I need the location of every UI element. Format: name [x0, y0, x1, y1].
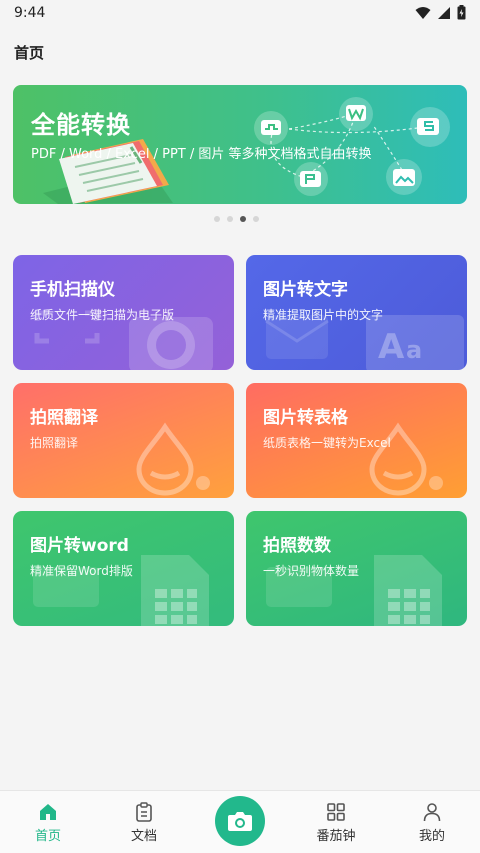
page-title: 首页 [14, 44, 45, 62]
card-image-to-word[interactable]: 图片转word 精准保留Word排版 [13, 511, 234, 626]
status-icons [415, 5, 466, 20]
nav-label: 文档 [130, 829, 157, 844]
card-title: 图片转word [30, 536, 129, 556]
card-subtitle: 一秒识别物体数量 [263, 564, 360, 578]
card-subtitle: 精准提取图片中的文字 [263, 308, 384, 322]
card-subtitle: 纸质文件一键扫描为电子版 [30, 308, 175, 322]
home-icon [40, 804, 56, 820]
battery-icon [457, 5, 466, 20]
banner-title: 全能转换 [31, 111, 131, 139]
nav-item-profile[interactable]: 我的 [397, 791, 467, 853]
camera-icon [228, 812, 252, 831]
nav-item-pomodoro[interactable]: 番茄钟 [301, 791, 371, 853]
grid-icon [327, 803, 345, 821]
card-title: 图片转文字 [263, 280, 348, 300]
banner-subtitle: PDF / Word / Excel / PPT / 图片 等多种文档格式自由转… [31, 147, 372, 162]
bottom-nav: 首页 文档 番茄钟 我的 [0, 790, 480, 853]
svg-text:a: a [406, 336, 422, 364]
card-image-to-table[interactable]: 图片转表格 纸质表格一键转为Excel [246, 383, 467, 498]
card-subtitle: 精准保留Word排版 [30, 564, 133, 578]
person-icon [423, 803, 441, 822]
signal-icon [438, 6, 450, 19]
banner-carousel[interactable]: 全能转换 PDF / Word / Excel / PPT / 图片 等多种文档… [13, 85, 467, 204]
card-subtitle: 纸质表格一键转为Excel [263, 436, 391, 450]
camera-button[interactable] [215, 796, 265, 846]
card-photo-count[interactable]: 拍照数数 一秒识别物体数量 [246, 511, 467, 626]
svg-text:A: A [378, 327, 405, 367]
status-time: 9:44 [14, 5, 46, 21]
nav-item-home[interactable]: 首页 [13, 791, 83, 853]
wifi-icon [415, 6, 431, 19]
nav-label: 番茄钟 [316, 829, 356, 844]
carousel-dot[interactable] [214, 216, 220, 222]
card-title: 拍照翻译 [30, 408, 98, 428]
card-title: 图片转表格 [263, 408, 348, 428]
nav-label: 我的 [418, 829, 445, 844]
nav-label: 首页 [34, 829, 61, 844]
carousel-indicator[interactable] [214, 216, 259, 222]
carousel-dot-active[interactable] [240, 216, 246, 222]
status-bar: 9:44 [0, 0, 480, 28]
card-photo-translate[interactable]: 拍照翻译 拍照翻译 [13, 383, 234, 498]
document-icon [136, 802, 152, 822]
card-title: 手机扫描仪 [30, 280, 115, 300]
nav-item-documents[interactable]: 文档 [109, 791, 179, 853]
card-phone-scanner[interactable]: 手机扫描仪 纸质文件一键扫描为电子版 [13, 255, 234, 370]
card-image-to-text[interactable]: A a 图片转文字 精准提取图片中的文字 [246, 255, 467, 370]
card-title: 拍照数数 [263, 536, 331, 556]
card-subtitle: 拍照翻译 [30, 436, 79, 450]
carousel-dot[interactable] [227, 216, 233, 222]
carousel-dot[interactable] [253, 216, 259, 222]
